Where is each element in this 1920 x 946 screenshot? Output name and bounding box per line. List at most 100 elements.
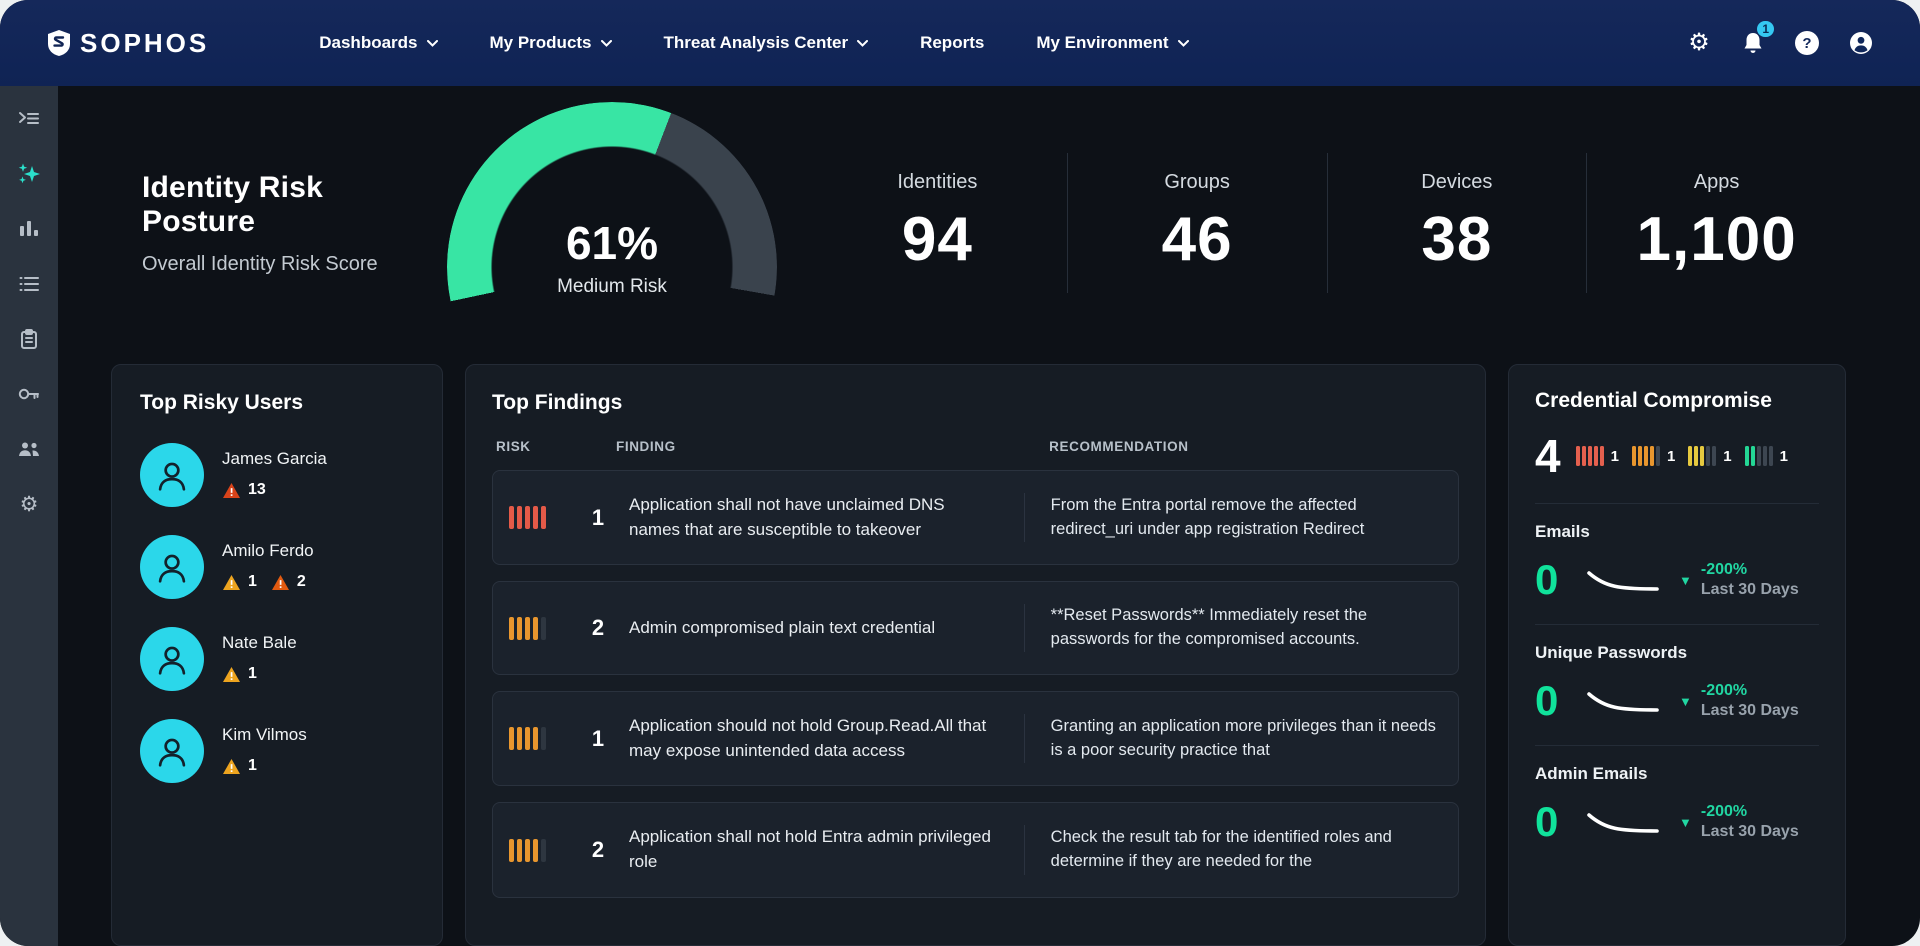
risky-user-row[interactable]: James Garcia 13 xyxy=(140,443,414,507)
risk-severity-bars xyxy=(509,506,567,529)
warning-triangle-icon xyxy=(222,482,241,499)
risk-severity-bars xyxy=(509,839,567,862)
sidebar-item-tasks[interactable] xyxy=(12,326,46,352)
metric-period: Last 30 Days xyxy=(1701,823,1799,841)
warning-triangle-icon xyxy=(222,574,241,591)
card-title: Credential Compromise xyxy=(1535,389,1819,413)
sidebar-item-list[interactable] xyxy=(12,271,46,297)
chevron-down-icon xyxy=(1178,40,1189,47)
sidebar-item-console[interactable] xyxy=(12,106,46,132)
stat-value: 1,100 xyxy=(1597,204,1836,275)
main-row: ⚙ Identity Risk Posture Overall Identity… xyxy=(0,86,1920,946)
finding-row[interactable]: 1 Application shall not have unclaimed D… xyxy=(492,470,1459,565)
severity-count: 1 xyxy=(1611,448,1619,465)
ai-sparkles-icon xyxy=(17,162,41,186)
findings-header-row: RISK FINDING RECOMMENDATION xyxy=(492,439,1459,454)
gear-icon: ⚙ xyxy=(20,494,39,515)
nav-my-products[interactable]: My Products xyxy=(490,33,612,53)
warning-count: 1 xyxy=(248,757,257,775)
severity-count: 1 xyxy=(1780,448,1788,465)
metric-label: Emails xyxy=(1535,522,1819,542)
brand-text: SOPHOS xyxy=(80,28,209,59)
gauge-percent: 61% xyxy=(442,216,782,270)
notification-bell-icon[interactable]: 1 xyxy=(1740,30,1766,56)
severity-group: 1 xyxy=(1632,446,1675,466)
severity-group: 1 xyxy=(1576,446,1619,466)
sidebar-item-analytics[interactable] xyxy=(12,216,46,242)
warning-badge: 2 xyxy=(271,573,306,591)
finding-text: Application should not hold Group.Read.A… xyxy=(629,714,1024,763)
stat-value: 46 xyxy=(1078,204,1317,275)
help-icon[interactable]: ? xyxy=(1794,30,1820,56)
notification-count-badge: 1 xyxy=(1757,21,1774,37)
stat-label: Groups xyxy=(1078,171,1317,194)
warning-count: 13 xyxy=(248,481,266,499)
metric-period: Last 30 Days xyxy=(1701,702,1799,720)
avatar xyxy=(140,443,204,507)
nav-reports[interactable]: Reports xyxy=(920,33,984,53)
sidebar-item-settings[interactable]: ⚙ xyxy=(12,491,46,517)
nav-dashboards[interactable]: Dashboards xyxy=(319,33,437,53)
nav-label: Dashboards xyxy=(319,33,417,53)
chevron-down-icon xyxy=(601,40,612,47)
nav-label: My Products xyxy=(490,33,592,53)
risky-user-row[interactable]: Nate Bale 1 xyxy=(140,627,414,691)
list-icon xyxy=(19,276,39,292)
user-name: Amilo Ferdo xyxy=(222,541,314,561)
stat-apps: Apps 1,100 xyxy=(1586,153,1846,293)
risk-severity-bars xyxy=(509,617,567,640)
metric-delta: -200% xyxy=(1701,803,1799,821)
finding-count: 2 xyxy=(567,615,629,641)
metric-period: Last 30 Days xyxy=(1701,581,1799,599)
nav-my-environment[interactable]: My Environment xyxy=(1036,33,1188,53)
people-icon xyxy=(17,441,41,457)
warning-count: 1 xyxy=(248,573,257,591)
finding-count: 1 xyxy=(567,726,629,752)
user-name: Nate Bale xyxy=(222,633,297,653)
column-recommendation: RECOMMENDATION xyxy=(1023,439,1459,454)
warning-triangle-icon xyxy=(271,574,290,591)
account-icon[interactable] xyxy=(1848,30,1874,56)
risky-user-row[interactable]: Amilo Ferdo 1 2 xyxy=(140,535,414,599)
nav-label: Threat Analysis Center xyxy=(664,33,849,53)
question-mark-glyph: ? xyxy=(1795,31,1819,55)
warning-triangle-icon xyxy=(222,758,241,775)
page-title: Identity Risk Posture xyxy=(142,171,442,239)
left-sidebar: ⚙ xyxy=(0,86,58,946)
finding-text: Application shall not have unclaimed DNS… xyxy=(629,493,1024,542)
finding-row[interactable]: 2 Application shall not hold Entra admin… xyxy=(492,802,1459,897)
finding-row[interactable]: 2 Admin compromised plain text credentia… xyxy=(492,581,1459,675)
card-title: Top Risky Users xyxy=(140,391,414,415)
risk-score-gauge: 61% Medium Risk xyxy=(442,98,782,348)
user-name: James Garcia xyxy=(222,449,327,469)
nav-threat-analysis-center[interactable]: Threat Analysis Center xyxy=(664,33,869,53)
sidebar-item-users[interactable] xyxy=(12,436,46,462)
warning-badge: 13 xyxy=(222,481,266,499)
credential-total: 4 xyxy=(1535,429,1561,483)
credential-compromise-card: Credential Compromise 4 1 1 xyxy=(1508,364,1846,946)
severity-group: 1 xyxy=(1688,446,1731,466)
recommendation-text: From the Entra portal remove the affecte… xyxy=(1024,493,1442,542)
stat-label: Apps xyxy=(1597,171,1836,194)
severity-bars xyxy=(1688,446,1716,466)
top-risky-users-card: Top Risky Users James Garcia 13 xyxy=(111,364,443,946)
finding-row[interactable]: 1 Application should not hold Group.Read… xyxy=(492,691,1459,786)
identity-risk-hero: Identity Risk Posture Overall Identity R… xyxy=(58,86,1920,354)
finding-count: 2 xyxy=(567,837,629,863)
risky-user-row[interactable]: Kim Vilmos 1 xyxy=(140,719,414,783)
sidebar-item-ai-overview[interactable] xyxy=(12,161,46,187)
metric-emails: Emails 0 ▼ -200% Last 30 Days xyxy=(1535,503,1819,604)
recommendation-text: Check the result tab for the identified … xyxy=(1024,825,1442,874)
sophos-logo[interactable]: SOPHOS xyxy=(46,28,209,59)
sidebar-item-credentials[interactable] xyxy=(12,381,46,407)
settings-gear-icon[interactable]: ⚙ xyxy=(1686,30,1712,56)
summary-stats: Identities 94 Groups 46 Devices 38 Apps … xyxy=(808,153,1846,293)
stat-label: Devices xyxy=(1338,171,1577,194)
metric-unique-passwords: Unique Passwords 0 ▼ -200% Last 30 Days xyxy=(1535,624,1819,725)
console-prompt-icon xyxy=(18,110,40,128)
trend-sparkline xyxy=(1583,565,1663,595)
metric-delta: -200% xyxy=(1701,561,1799,579)
trend-down-icon: ▼ xyxy=(1679,694,1692,709)
chevron-down-icon xyxy=(857,40,868,47)
clipboard-icon xyxy=(20,329,38,349)
